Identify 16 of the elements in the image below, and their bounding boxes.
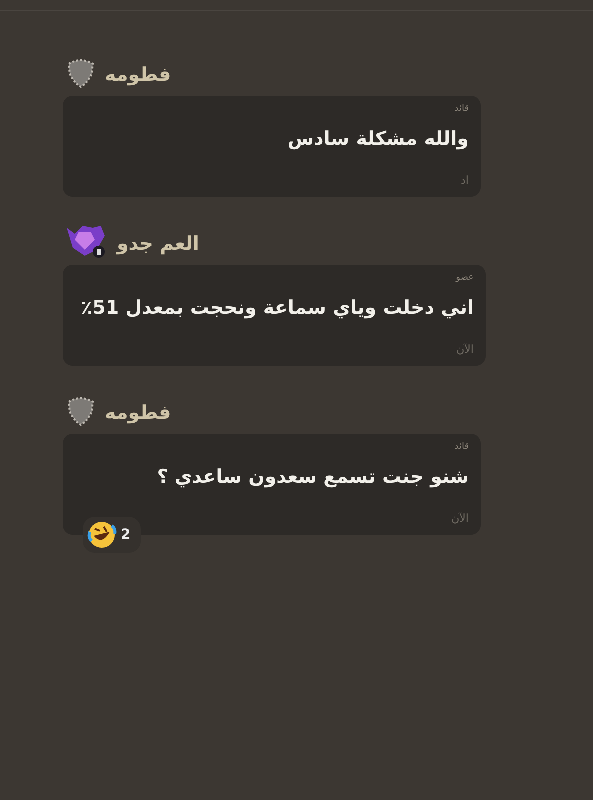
role-label: عضو: [456, 273, 474, 283]
reaction-chip[interactable]: 2: [83, 517, 141, 553]
author-name: فطومه: [105, 402, 172, 424]
message-time: الآن: [452, 512, 469, 525]
author-name: فطومه: [105, 64, 172, 86]
avatar-icon[interactable]: [65, 58, 97, 88]
avatar-icon[interactable]: [65, 396, 97, 426]
role-label: قائد: [454, 104, 469, 114]
message-text: والله مشكلة سادس: [288, 128, 469, 150]
laughing-emoji-icon: [87, 520, 117, 550]
message-text: شنو جنت تسمع سعدون ساعدي ؟: [157, 466, 469, 488]
author-name: العم جدو: [117, 233, 200, 255]
message-text: اني دخلت وياي سماعة ونحجت بمعدل 51٪: [81, 297, 474, 319]
message-time: الآن: [456, 343, 474, 356]
role-label: قائد: [454, 442, 469, 452]
message-time: اد: [461, 174, 469, 187]
